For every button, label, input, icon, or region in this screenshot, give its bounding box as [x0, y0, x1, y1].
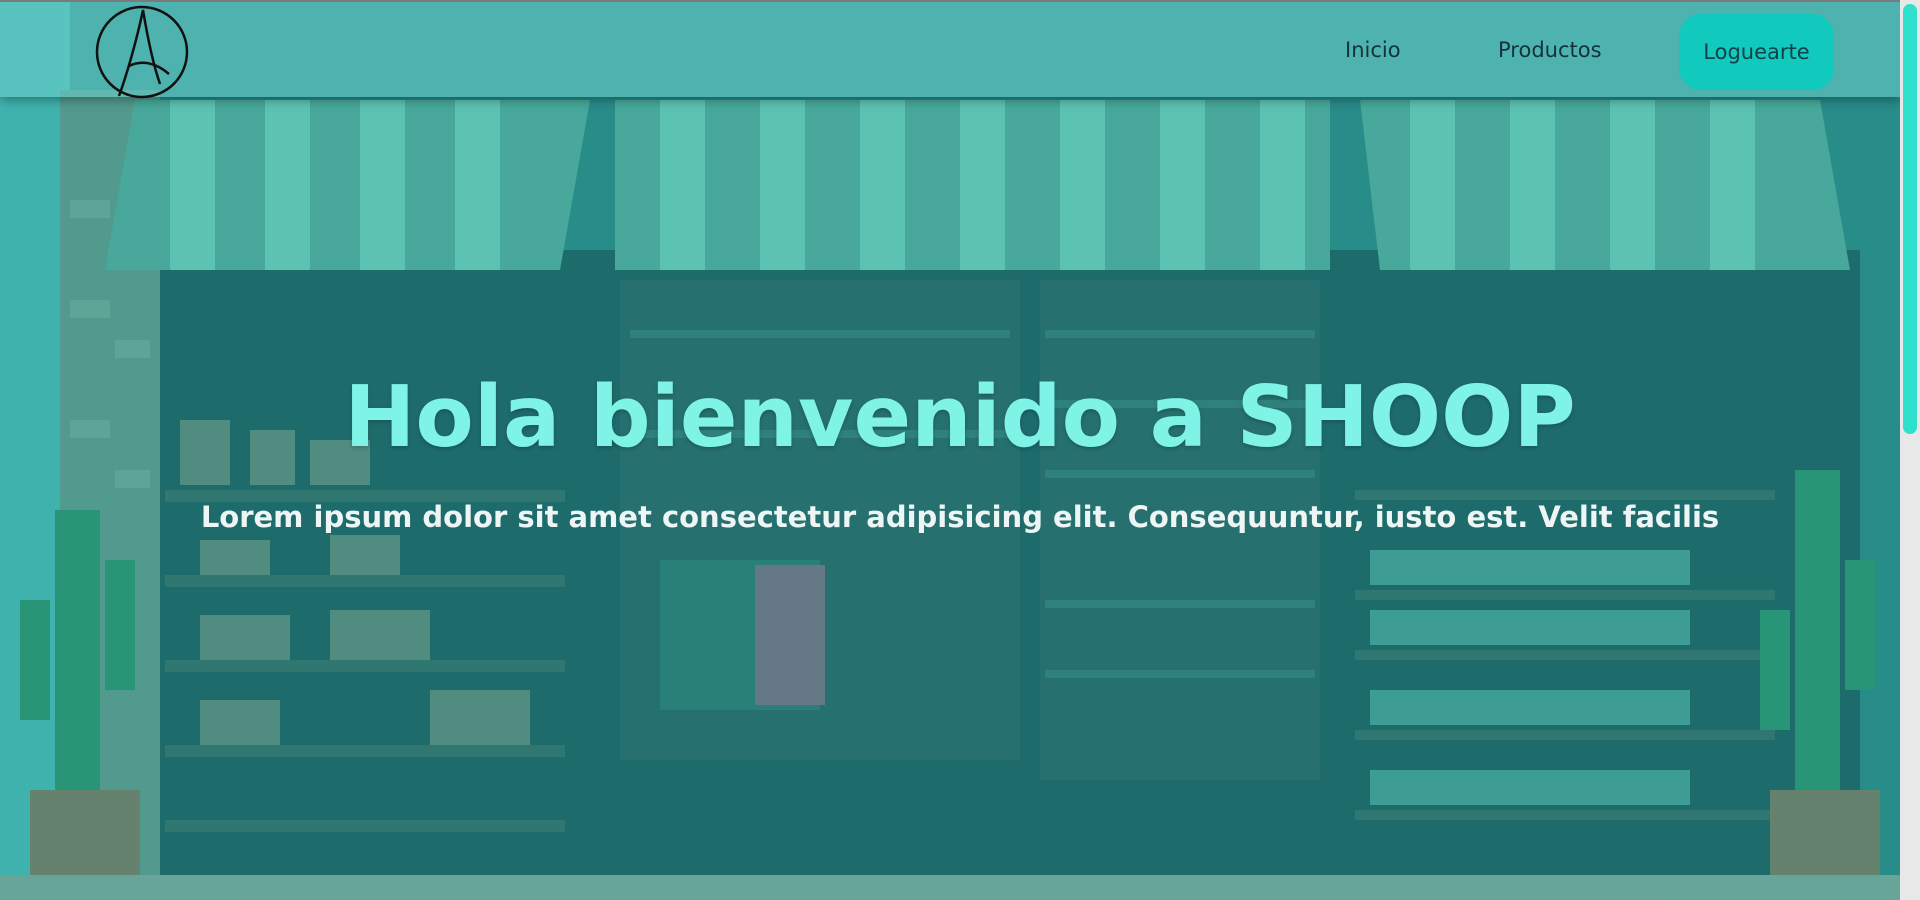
- nav-link-productos[interactable]: Productos: [1498, 38, 1602, 62]
- logo-icon[interactable]: [93, 4, 191, 100]
- vertical-scrollbar[interactable]: [1900, 0, 1920, 900]
- hero-subtitle: Lorem ipsum dolor sit amet consectetur a…: [200, 500, 1720, 534]
- login-button[interactable]: Loguearte: [1679, 14, 1834, 90]
- hero-title: Hola bienvenido a SHOOP: [344, 368, 1576, 467]
- top-navbar: Inicio Productos Loguearte: [0, 0, 1900, 100]
- nav-link-inicio[interactable]: Inicio: [1345, 38, 1401, 62]
- hero-section: Hola bienvenido a SHOOP Lorem ipsum dolo…: [0, 0, 1900, 900]
- scrollbar-thumb[interactable]: [1903, 4, 1917, 434]
